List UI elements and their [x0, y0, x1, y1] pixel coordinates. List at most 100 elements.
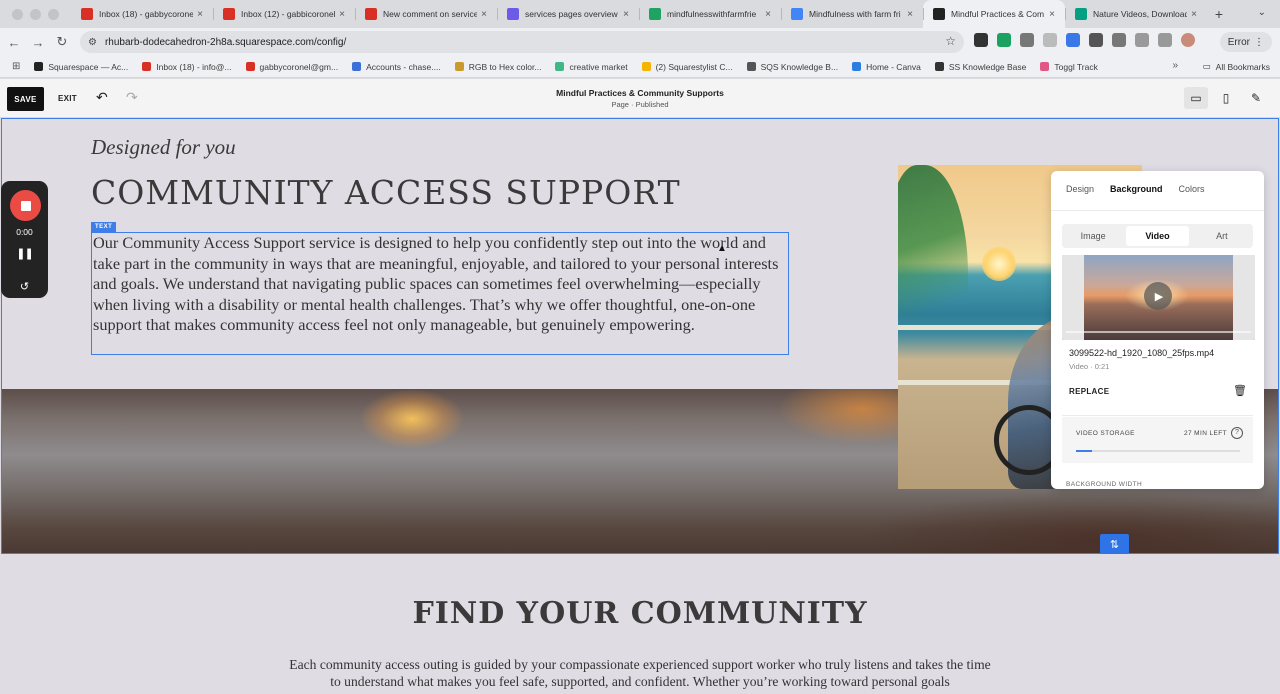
browser-tab[interactable]: New comment on service ×: [355, 0, 497, 28]
bookmark-item[interactable]: gabbycoronel@gm...: [245, 62, 338, 72]
avatar[interactable]: [1181, 33, 1195, 47]
close-tab-icon[interactable]: ×: [197, 9, 203, 20]
bookmark-item[interactable]: Inbox (18) - info@...: [142, 62, 232, 72]
bookmark-item[interactable]: Home - Canva: [852, 62, 921, 72]
browser-tab[interactable]: mindfulnesswithfarmfrie ×: [639, 0, 781, 28]
close-tab-icon[interactable]: ×: [765, 9, 771, 20]
bookmark-star-icon[interactable]: ☆: [945, 34, 956, 48]
close-tab-icon[interactable]: ×: [907, 9, 913, 20]
pause-icon[interactable]: ❚❚: [1, 247, 48, 260]
browser-tab[interactable]: Mindful Practices & Com ×: [923, 0, 1065, 28]
bookmark-favicon-icon: [142, 62, 152, 71]
trash-icon[interactable]: 🗑: [1233, 384, 1247, 397]
page-status: Page · Published: [611, 100, 669, 109]
bookmark-label: SS Knowledge Base: [948, 61, 1027, 72]
bookmark-label: creative market: [569, 61, 628, 72]
background-type-image[interactable]: Image: [1062, 224, 1124, 248]
site-styles-brush-icon[interactable]: ✎: [1244, 87, 1268, 109]
browser-tab[interactable]: Inbox (12) - gabbicoronel ×: [213, 0, 355, 28]
panel-tab-design[interactable]: Design: [1066, 184, 1094, 210]
bookmark-favicon-icon: [641, 62, 651, 71]
panel-tab-colors[interactable]: Colors: [1179, 184, 1205, 210]
exit-button[interactable]: EXIT: [58, 94, 77, 103]
bookmark-item[interactable]: SQS Knowledge B...: [746, 62, 838, 72]
all-bookmarks-button[interactable]: ▭ All Bookmarks: [1203, 61, 1270, 72]
folder-icon: ▭: [1202, 61, 1211, 71]
extension-icon[interactable]: [1066, 33, 1080, 47]
section-heading: COMMUNITY ACCESS SUPPORT: [91, 173, 681, 212]
background-type-art[interactable]: Art: [1191, 224, 1253, 248]
new-tab-button[interactable]: +: [1207, 6, 1231, 22]
restart-icon[interactable]: ↺: [1, 280, 48, 293]
bookmark-label: Toggl Track: [1054, 61, 1098, 72]
bookmark-item[interactable]: creative market: [555, 61, 628, 72]
close-window-button[interactable]: [12, 8, 23, 20]
tab-search-icon[interactable]: ⌄: [1258, 7, 1266, 18]
desktop-view-icon[interactable]: ▭: [1184, 87, 1208, 109]
browser-tab[interactable]: Nature Videos, Download ×: [1065, 0, 1207, 28]
forward-button[interactable]: →: [26, 35, 50, 50]
asana-icon: [507, 8, 519, 20]
squarespace-icon: [933, 8, 945, 20]
close-tab-icon[interactable]: ×: [1191, 9, 1197, 20]
section-settings-handle[interactable]: ⇅: [1100, 534, 1129, 554]
background-type-video[interactable]: Video: [1126, 226, 1189, 246]
bookmark-item[interactable]: RGB to Hex color...: [454, 62, 541, 72]
play-icon[interactable]: ▶: [1144, 282, 1172, 310]
bookmarks-overflow-icon[interactable]: »: [1172, 60, 1178, 71]
tab-label: services pages overview: [525, 9, 618, 19]
replace-button[interactable]: REPLACE: [1069, 387, 1109, 396]
help-icon[interactable]: ?: [1231, 427, 1243, 439]
profile-error-button[interactable]: Error ⋮: [1219, 32, 1272, 52]
apps-grid-icon[interactable]: ⊞: [12, 61, 20, 72]
stop-recording-button[interactable]: [10, 190, 41, 221]
text-block[interactable]: TEXT Our Community Access Support servic…: [91, 222, 789, 355]
device-toggle: ▭ ▯ ✎: [1184, 87, 1268, 109]
tab-label: Mindful Practices & Com: [951, 9, 1045, 19]
screen-recorder-widget: 0:00 ❚❚ ↺: [1, 181, 48, 298]
save-button[interactable]: SAVE: [7, 87, 44, 111]
bookmark-item[interactable]: (2) Squarestylist C...: [641, 62, 733, 72]
extensions-puzzle-icon[interactable]: [1112, 33, 1126, 47]
reload-button[interactable]: ↻: [50, 34, 74, 50]
section2-heading: FIND YOUR COMMUNITY: [412, 596, 868, 631]
extension-icon[interactable]: [997, 33, 1011, 47]
video-progress-bar: [1066, 331, 1251, 333]
background-settings-panel: Design Background Colors Image Video Art ▶ 3…: [1051, 171, 1264, 489]
mobile-view-icon[interactable]: ▯: [1214, 87, 1238, 109]
body-paragraph[interactable]: Our Community Access Support service is …: [92, 233, 788, 336]
maximize-window-button[interactable]: [48, 8, 59, 20]
error-label: Error: [1227, 36, 1250, 48]
download-icon[interactable]: [1135, 33, 1149, 47]
reading-list-icon[interactable]: [1158, 33, 1172, 47]
browser-tab[interactable]: services pages overview ×: [497, 0, 639, 28]
stop-icon: [20, 200, 31, 211]
close-tab-icon[interactable]: ×: [339, 9, 345, 20]
back-button[interactable]: ←: [2, 35, 26, 50]
redo-icon[interactable]: ↷: [126, 89, 138, 106]
close-tab-icon[interactable]: ×: [481, 9, 487, 20]
undo-icon[interactable]: ↶: [96, 89, 108, 106]
bookmark-item[interactable]: Accounts - chase....: [352, 62, 441, 72]
eyedropper-icon[interactable]: [1089, 33, 1103, 47]
site-info-icon[interactable]: ⚙: [88, 37, 97, 48]
bookmark-item[interactable]: Squarespace — Ac...: [34, 62, 128, 72]
tab-list: Inbox (18) - gabbycorone × Inbox (12) - ga…: [71, 0, 1207, 28]
minimize-window-button[interactable]: [30, 8, 41, 20]
extension-icon[interactable]: [1020, 33, 1034, 47]
browser-tab[interactable]: Mindfulness with farm fri ×: [781, 0, 923, 28]
bookmark-item[interactable]: Toggl Track: [1040, 61, 1098, 72]
camera-icon[interactable]: [1043, 33, 1057, 47]
bookmark-item[interactable]: SS Knowledge Base: [934, 61, 1027, 72]
close-tab-icon[interactable]: ×: [623, 9, 629, 20]
close-tab-icon[interactable]: ×: [1049, 9, 1055, 20]
browser-tab[interactable]: Inbox (18) - gabbycorone ×: [71, 0, 213, 28]
editor-toolbar: SAVE EXIT ↶ ↷ Mindful Practices & Commun…: [0, 79, 1280, 118]
address-bar[interactable]: ⚙ rhubarb-dodecahedron-2h8a.squarespace.…: [80, 31, 964, 53]
bookmark-favicon-icon: [245, 62, 255, 71]
video-thumbnail[interactable]: ▶: [1062, 255, 1255, 340]
bookmark-favicon-icon: [34, 62, 44, 71]
extension-icon[interactable]: [974, 33, 988, 47]
panel-tab-background[interactable]: Background: [1110, 184, 1163, 210]
tab-label: Nature Videos, Download: [1093, 9, 1188, 19]
